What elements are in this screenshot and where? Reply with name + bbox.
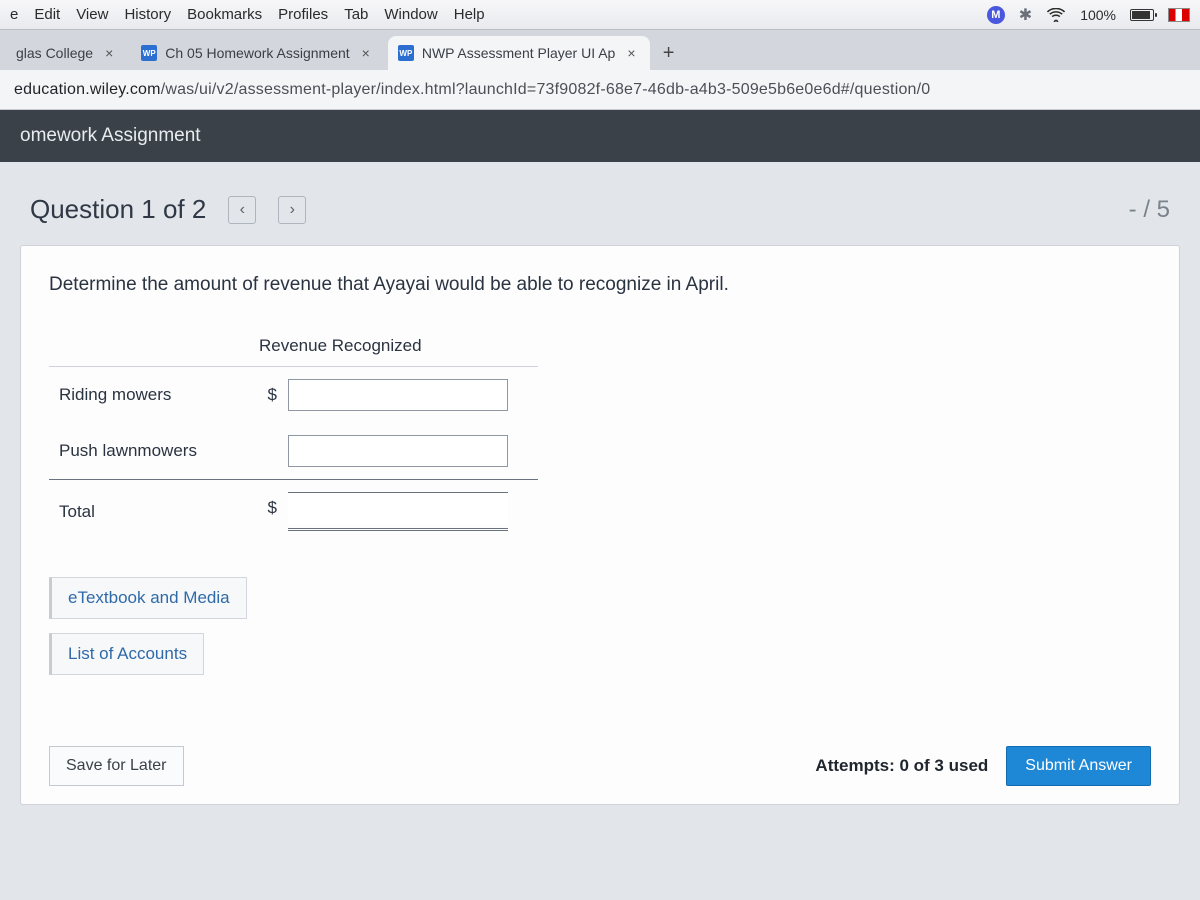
app-header: omework Assignment: [0, 110, 1200, 162]
close-icon[interactable]: ×: [627, 45, 635, 61]
battery-icon: [1130, 9, 1154, 21]
question-title: Question 1 of 2: [30, 194, 206, 225]
url-path: /was/ui/v2/assessment-player/index.html?…: [161, 81, 931, 98]
tab-label: Ch 05 Homework Assignment: [165, 45, 349, 61]
close-icon[interactable]: ×: [362, 45, 370, 61]
card-footer: Save for Later Attempts: 0 of 3 used Sub…: [49, 746, 1151, 786]
browser-tabstrip: glas College × WP Ch 05 Homework Assignm…: [0, 30, 1200, 70]
flag-icon[interactable]: [1168, 8, 1190, 22]
mac-menu-bar: e Edit View History Bookmarks Profiles T…: [0, 0, 1200, 30]
save-for-later-button[interactable]: Save for Later: [49, 746, 184, 786]
menu-app[interactable]: e: [10, 6, 18, 23]
mac-menu-status: M ✱ 100%: [987, 5, 1190, 25]
input-riding-mowers[interactable]: [288, 379, 508, 411]
menu-edit[interactable]: Edit: [34, 6, 60, 23]
new-tab-button[interactable]: +: [654, 38, 684, 68]
table-row: Riding mowers $: [49, 367, 538, 424]
question-nav-bar: Question 1 of 2 ‹ › - / 5: [20, 186, 1180, 245]
status-app-icon[interactable]: M: [987, 6, 1005, 24]
close-icon[interactable]: ×: [105, 45, 113, 61]
menu-history[interactable]: History: [124, 6, 171, 23]
question-score: - / 5: [1129, 196, 1170, 224]
table-row: Push lawnmowers: [49, 423, 538, 480]
favicon-wp-icon: WP: [141, 45, 157, 61]
tab-assessment-player[interactable]: WP NWP Assessment Player UI Ap ×: [388, 36, 650, 70]
row-label-push-lawnmowers: Push lawnmowers: [49, 423, 249, 480]
favicon-wp-icon: WP: [398, 45, 414, 61]
menu-help[interactable]: Help: [454, 6, 485, 23]
prev-question-button[interactable]: ‹: [228, 196, 256, 224]
resource-links: eTextbook and Media List of Accounts: [49, 577, 1151, 675]
tab-douglas-college[interactable]: glas College ×: [6, 36, 127, 70]
menu-view[interactable]: View: [76, 6, 108, 23]
revenue-table: Revenue Recognized Riding mowers $ Push …: [49, 326, 538, 543]
menu-window[interactable]: Window: [384, 6, 437, 23]
input-total[interactable]: [288, 492, 508, 524]
column-header-revenue: Revenue Recognized: [249, 326, 538, 367]
url-domain: education.wiley.com: [14, 81, 161, 98]
address-bar-row: education.wiley.com/was/ui/v2/assessment…: [0, 70, 1200, 110]
row-label-riding-mowers: Riding mowers: [49, 367, 249, 424]
next-question-button[interactable]: ›: [278, 196, 306, 224]
currency-symbol: $: [259, 498, 277, 518]
mac-menu-left: e Edit View History Bookmarks Profiles T…: [10, 6, 485, 23]
content-area: Question 1 of 2 ‹ › - / 5 Determine the …: [0, 162, 1200, 900]
etextbook-link[interactable]: eTextbook and Media: [49, 577, 247, 619]
question-card: Determine the amount of revenue that Aya…: [20, 245, 1180, 805]
menu-profiles[interactable]: Profiles: [278, 6, 328, 23]
question-prompt: Determine the amount of revenue that Aya…: [49, 274, 1151, 296]
attempts-label: Attempts: 0 of 3 used: [815, 756, 988, 776]
tab-ch05-homework[interactable]: WP Ch 05 Homework Assignment ×: [131, 36, 384, 70]
battery-percent: 100%: [1080, 7, 1116, 23]
tab-label: glas College: [16, 45, 93, 61]
menu-tab[interactable]: Tab: [344, 6, 368, 23]
list-of-accounts-link[interactable]: List of Accounts: [49, 633, 204, 675]
input-push-lawnmowers[interactable]: [288, 435, 508, 467]
tab-label: NWP Assessment Player UI Ap: [422, 45, 615, 61]
currency-symbol: $: [259, 385, 277, 405]
submit-answer-button[interactable]: Submit Answer: [1006, 746, 1151, 786]
menu-bookmarks[interactable]: Bookmarks: [187, 6, 262, 23]
row-label-total: Total: [49, 480, 249, 544]
table-row-total: Total $: [49, 480, 538, 544]
bluetooth-icon[interactable]: ✱: [1019, 5, 1032, 25]
assignment-title: omework Assignment: [20, 125, 201, 147]
address-bar[interactable]: education.wiley.com/was/ui/v2/assessment…: [14, 81, 930, 99]
wifi-icon[interactable]: [1046, 8, 1066, 22]
